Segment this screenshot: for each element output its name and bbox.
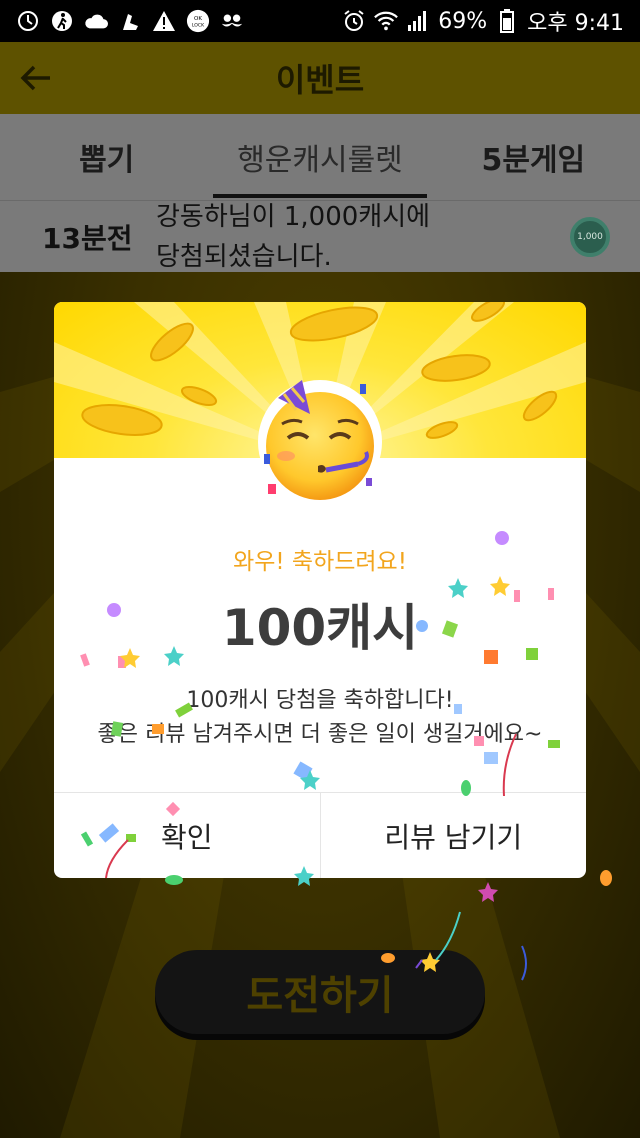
party-face-icon: [258, 380, 382, 504]
ticker-line-1: 강동하님이 1,000캐시에: [156, 201, 431, 232]
status-bar: OK LOCK 69% 오후 9:41: [0, 0, 640, 42]
tab-bar: 뽑기 행운캐시룰렛 5분게임: [0, 114, 640, 200]
warning-icon: [152, 9, 176, 33]
dialog-description: 100캐시 당첨을 축하합니다! 좋은 리뷰 남겨주시면 더 좋은 일이 생길거…: [54, 684, 586, 752]
signal-icon: [406, 9, 430, 33]
tab-draw[interactable]: 뽑기: [0, 114, 213, 200]
page-title: 이벤트: [275, 61, 365, 99]
coin-icon: 1,000: [570, 216, 610, 257]
battery-icon: [495, 9, 519, 33]
ticker-line-2: 당첨되셨습니다.: [156, 241, 332, 272]
walk-icon: [50, 9, 74, 33]
clock-icon: [16, 9, 40, 33]
dialog-actions: 확인 리뷰 남기기: [54, 792, 586, 878]
svg-text:LOCK: LOCK: [192, 23, 205, 29]
tab-5min-game[interactable]: 5분게임: [427, 114, 640, 200]
winner-ticker: 13분전 강동하님이 1,000캐시에 당첨되셨습니다. 1,000: [0, 200, 640, 272]
oklock-icon: OK LOCK: [186, 9, 210, 33]
write-review-button[interactable]: 리뷰 남기기: [319, 793, 587, 878]
challenge-button[interactable]: 도전하기: [155, 950, 485, 1034]
description-line-2: 좋은 리뷰 남겨주시면 더 좋은 일이 생길거에요~: [97, 722, 543, 747]
tab-lucky-roulette[interactable]: 행운캐시룰렛: [213, 114, 427, 200]
svg-text:OK: OK: [194, 16, 202, 22]
congrats-text: 와우! 축하드려요!: [233, 549, 407, 575]
shoe-icon: [118, 9, 142, 33]
description-line-1: 100캐시 당첨을 축하합니다!: [186, 688, 454, 713]
confirm-button[interactable]: 확인: [54, 793, 320, 878]
ticker-message: 강동하님이 1,000캐시에 당첨되셨습니다.: [156, 197, 570, 277]
back-button[interactable]: [0, 42, 72, 114]
wifi-icon: [374, 9, 399, 33]
arrow-left-icon: [20, 65, 50, 91]
status-time: 오후 9:41: [527, 11, 624, 36]
ticker-time: 13분전: [42, 221, 133, 255]
congrats-dialog: 와우! 축하드려요! 100캐시 100캐시 당첨을 축하합니다! 좋은 리뷰 …: [54, 302, 586, 878]
cloud-icon: [84, 9, 108, 33]
mustache-icon: [220, 9, 244, 33]
battery-percent: 69%: [438, 8, 488, 34]
prize-amount: 100캐시: [221, 599, 419, 657]
app-bar: 이벤트: [0, 42, 640, 114]
alarm-icon: [342, 9, 366, 33]
